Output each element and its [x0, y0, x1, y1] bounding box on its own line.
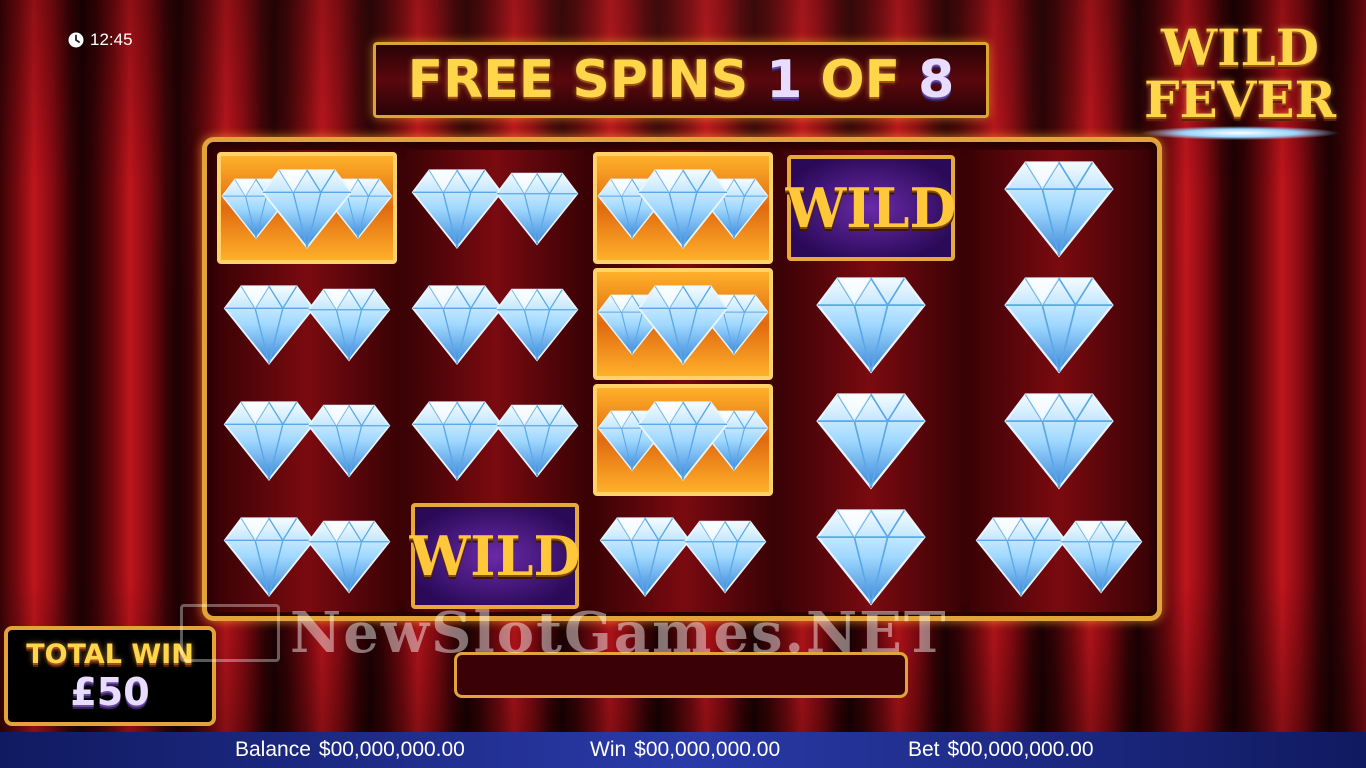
wild-label: WILD: [786, 155, 956, 261]
symbol-wild: WILD: [405, 500, 585, 612]
symbol-diamond: [969, 384, 1149, 496]
reel-3: [593, 150, 773, 612]
diamond-icon: [307, 285, 391, 363]
win-label: Win: [590, 738, 627, 761]
diamond-icon: [999, 158, 1119, 258]
symbol-triple-diamond: [217, 152, 397, 264]
logo-sparkle-icon: [1140, 126, 1340, 140]
diamond-icon: [975, 514, 1067, 598]
diamond-icon: [223, 398, 315, 482]
symbol-diamond: [969, 152, 1149, 264]
win-value: $00,000,000.00: [634, 738, 781, 761]
symbol-diamond: [781, 268, 961, 380]
diamond-icon: [411, 398, 503, 482]
symbol-triple-diamond: [593, 384, 773, 496]
free-spins-total: 8: [918, 50, 955, 110]
symbol-diamond: [781, 384, 961, 496]
symbol-double-diamond: [217, 384, 397, 496]
diamond-icon: [637, 166, 729, 250]
bet-value: $00,000,000.00: [947, 738, 1094, 761]
diamond-icon: [495, 285, 579, 363]
watermark-text: NewSlotGames.NET: [290, 600, 948, 666]
diamond-icon: [637, 398, 729, 482]
symbol-triple-diamond: [593, 268, 773, 380]
diamond-icon: [223, 282, 315, 366]
wild-label: WILD: [410, 503, 580, 609]
reel-2: WILD: [405, 150, 585, 612]
diamond-icon: [999, 274, 1119, 374]
free-spins-banner: FREE SPINS 1 OF 8: [373, 42, 989, 118]
symbol-double-diamond: [217, 268, 397, 380]
symbol-double-diamond: [969, 500, 1149, 612]
balance-label: Balance: [235, 738, 311, 761]
free-spins-current: 1: [766, 50, 803, 110]
watermark-logo-icon: [180, 604, 280, 662]
reel-frame: WILD WILD: [202, 137, 1162, 621]
free-spins-of: OF: [820, 50, 901, 110]
diamond-icon: [1059, 517, 1143, 595]
logo-line-2: FEVER: [1143, 70, 1337, 129]
diamond-icon: [599, 514, 691, 598]
clock-icon: [68, 32, 84, 48]
reel-4: WILD: [781, 150, 961, 612]
game-logo: WILD FEVER: [1140, 22, 1340, 142]
symbol-double-diamond: [405, 268, 585, 380]
reel-1: [217, 150, 397, 612]
symbol-diamond: [969, 268, 1149, 380]
diamond-icon: [307, 517, 391, 595]
free-spins-label: FREE SPINS: [407, 50, 749, 110]
diamond-icon: [411, 282, 503, 366]
symbol-wild: WILD: [781, 152, 961, 264]
win-display: Win $00,000,000.00: [590, 738, 780, 762]
diamond-icon: [811, 390, 931, 490]
diamond-icon: [811, 506, 931, 606]
diamond-icon: [495, 169, 579, 247]
clock: 12:45: [68, 30, 133, 50]
diamond-icon: [683, 517, 767, 595]
symbol-diamond: [781, 500, 961, 612]
diamond-icon: [411, 166, 503, 250]
diamond-icon: [637, 282, 729, 366]
status-bar: Balance $00,000,000.00 Win $00,000,000.00 …: [0, 732, 1366, 768]
balance-value: $00,000,000.00: [318, 738, 465, 761]
bet-label: Bet: [908, 738, 940, 761]
logo-line-1: WILD: [1160, 18, 1320, 77]
reel-5: [969, 150, 1149, 612]
total-win-label: TOTAL WIN: [26, 638, 194, 670]
symbol-double-diamond: [405, 152, 585, 264]
total-win-amount: £50: [70, 669, 150, 714]
diamond-icon: [999, 390, 1119, 490]
symbol-triple-diamond: [593, 152, 773, 264]
bet-display[interactable]: Bet $00,000,000.00: [908, 738, 1094, 762]
diamond-icon: [811, 274, 931, 374]
diamond-icon: [307, 401, 391, 479]
symbol-double-diamond: [217, 500, 397, 612]
symbol-double-diamond: [593, 500, 773, 612]
balance-display: Balance $00,000,000.00: [235, 738, 465, 762]
diamond-icon: [223, 514, 315, 598]
diamond-icon: [261, 166, 353, 250]
watermark: NewSlotGames.NET: [180, 600, 1180, 666]
diamond-icon: [495, 401, 579, 479]
symbol-double-diamond: [405, 384, 585, 496]
clock-time: 12:45: [90, 30, 133, 49]
